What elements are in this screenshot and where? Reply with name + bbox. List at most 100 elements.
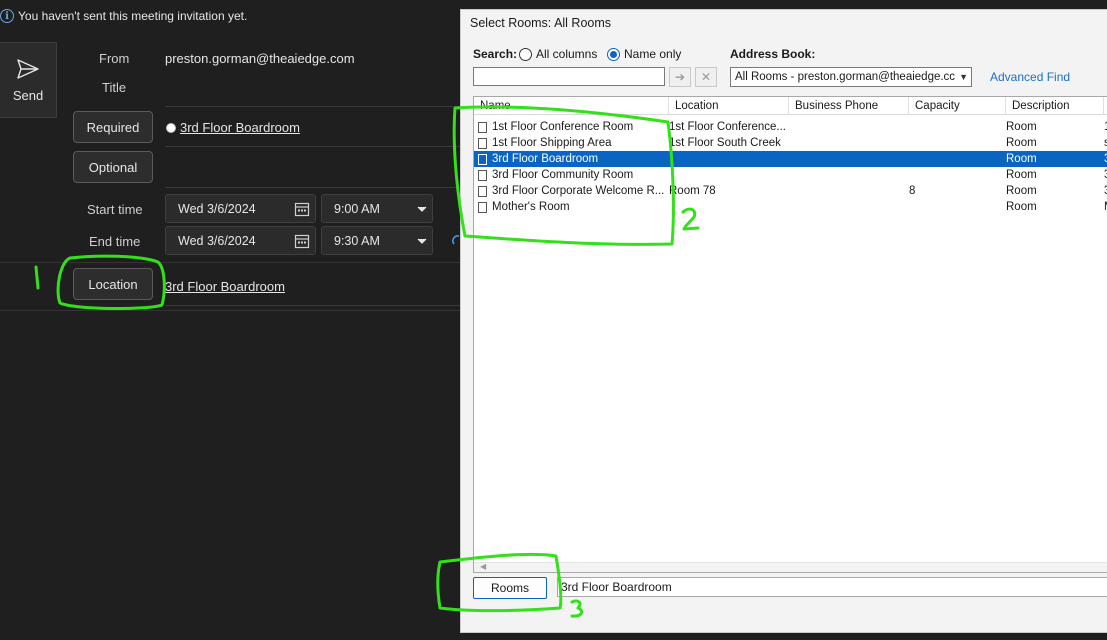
divider xyxy=(165,146,460,147)
location-button[interactable]: Location xyxy=(73,268,153,300)
from-label: From xyxy=(99,51,130,66)
rooms-field-value: 3rd Floor Boardroom xyxy=(561,580,672,594)
table-row[interactable]: 3rd Floor BoardroomRoom3 xyxy=(474,151,1107,167)
cell-description: Room xyxy=(1006,185,1037,197)
room-icon xyxy=(478,186,487,197)
search-input[interactable] xyxy=(473,67,665,86)
col-header-business-phone[interactable]: Business Phone xyxy=(789,97,909,115)
col-header-location[interactable]: Location xyxy=(669,97,789,115)
room-icon xyxy=(478,138,487,149)
divider xyxy=(165,187,460,188)
start-time-label: Start time xyxy=(87,202,143,217)
cell-location: Room 78 xyxy=(669,185,716,197)
end-time-value: 9:30 AM xyxy=(334,233,380,248)
title-input[interactable] xyxy=(165,72,460,102)
cell-description: Room xyxy=(1006,121,1037,133)
location-button-label: Location xyxy=(88,276,138,292)
optional-button-label: Optional xyxy=(88,159,138,175)
required-attendee[interactable]: 3rd Floor Boardroom xyxy=(166,120,300,135)
room-icon xyxy=(478,170,487,181)
table-row[interactable]: 3rd Floor Community RoomRoom3 xyxy=(474,167,1107,183)
go-button[interactable]: ➔ xyxy=(669,67,691,87)
info-bar: i You haven't sent this meeting invitati… xyxy=(0,6,247,26)
cell-name: Mother's Room xyxy=(492,201,570,213)
col-header-name[interactable]: Name xyxy=(474,97,669,115)
divider xyxy=(165,106,460,107)
attendee-status-icon xyxy=(166,122,176,133)
calendar-icon xyxy=(294,202,310,217)
cell-capacity: 8 xyxy=(909,185,916,197)
cell-description: Room xyxy=(1006,137,1037,149)
end-time-select[interactable]: 9:30 AM xyxy=(321,226,433,255)
send-button[interactable]: Send xyxy=(0,42,57,118)
optional-button[interactable]: Optional xyxy=(73,151,153,183)
info-icon: i xyxy=(0,9,14,23)
radio-circle-checked xyxy=(607,47,620,61)
address-book-select[interactable]: All Rooms - preston.gorman@theaiedge.cc … xyxy=(730,67,972,87)
from-value[interactable]: preston.gorman@theaiedge.com xyxy=(165,51,355,66)
required-attendee-name: 3rd Floor Boardroom xyxy=(180,120,300,135)
cell-location: 1st Floor Conference... xyxy=(669,121,786,133)
table-row[interactable]: Mother's RoomRoomM xyxy=(474,199,1107,215)
divider xyxy=(0,262,460,263)
start-time-select[interactable]: 9:00 AM xyxy=(321,194,433,223)
col-header-description[interactable]: Description xyxy=(1006,97,1104,115)
table-row[interactable]: 1st Floor Conference Room 1st Floor Confe… xyxy=(474,119,1107,135)
cell-description: Room xyxy=(1006,169,1037,181)
annotation-mark-1-stroke xyxy=(34,265,40,290)
required-button[interactable]: Required xyxy=(73,111,153,143)
end-date-picker[interactable]: Wed 3/6/2024 xyxy=(165,226,316,255)
cell-name: 3rd Floor Community Room xyxy=(492,169,634,181)
radio-name-only[interactable]: Name only xyxy=(607,47,681,61)
chevron-down-icon: ▼ xyxy=(957,72,968,82)
cell-name: 3rd Floor Boardroom xyxy=(492,153,599,165)
room-icon xyxy=(478,154,487,165)
table-row[interactable]: 3rd Floor Corporate Welcome R... Room 78 8… xyxy=(474,183,1107,199)
start-date-value: Wed 3/6/2024 xyxy=(178,201,256,216)
start-time-value: 9:00 AM xyxy=(334,201,380,216)
col-header-capacity[interactable]: Capacity xyxy=(909,97,1006,115)
radio-all-columns-label: All columns xyxy=(536,47,598,61)
recurrence-icon[interactable] xyxy=(452,234,460,246)
scroll-left-icon[interactable]: ◀ xyxy=(480,562,486,571)
info-bar-text: You haven't sent this meeting invitation… xyxy=(18,9,248,23)
cell-description: Room xyxy=(1006,201,1037,213)
rooms-field[interactable]: 3rd Floor Boardroom xyxy=(557,577,1107,597)
room-icon xyxy=(478,202,487,213)
advanced-find-link[interactable]: Advanced Find xyxy=(990,70,1070,84)
dialog-title: Select Rooms: All Rooms xyxy=(470,16,612,30)
chevron-down-icon xyxy=(417,238,427,244)
close-icon: ✕ xyxy=(700,70,712,84)
start-date-picker[interactable]: Wed 3/6/2024 xyxy=(165,194,316,223)
rooms-list[interactable]: Name Location Business Phone Capacity De… xyxy=(473,96,1107,573)
rooms-button[interactable]: Rooms xyxy=(473,577,547,599)
required-button-label: Required xyxy=(86,119,140,135)
radio-circle xyxy=(519,47,532,61)
table-row[interactable]: 1st Floor Shipping Area 1st Floor South C… xyxy=(474,135,1107,151)
cell-name: 1st Floor Conference Room xyxy=(492,121,634,133)
radio-name-only-label: Name only xyxy=(624,47,682,61)
select-rooms-dialog: Select Rooms: All Rooms Search: All colu… xyxy=(460,9,1107,633)
arrow-right-icon: ➔ xyxy=(674,70,686,84)
horizontal-scrollbar[interactable]: ◀ xyxy=(474,562,1107,572)
location-value[interactable]: 3rd Floor Boardroom xyxy=(165,279,285,294)
end-date-value: Wed 3/6/2024 xyxy=(178,233,256,248)
cell-location: 1st Floor South Creek xyxy=(669,137,781,149)
calendar-icon xyxy=(294,234,310,249)
send-icon xyxy=(17,58,39,79)
cell-name: 1st Floor Shipping Area xyxy=(492,137,612,149)
room-icon xyxy=(478,122,487,133)
rooms-button-label: Rooms xyxy=(490,581,529,595)
divider xyxy=(165,305,460,306)
clear-button[interactable]: ✕ xyxy=(695,67,717,87)
search-label: Search: xyxy=(473,47,518,61)
chevron-down-icon xyxy=(417,206,427,212)
title-label: Title xyxy=(102,80,127,95)
divider xyxy=(0,310,460,311)
list-header: Name Location Business Phone Capacity De… xyxy=(474,97,1107,115)
address-book-label: Address Book: xyxy=(730,47,816,61)
end-time-label: End time xyxy=(89,234,141,249)
radio-all-columns[interactable]: All columns xyxy=(519,47,597,61)
cell-description: Room xyxy=(1006,153,1037,165)
cell-name: 3rd Floor Corporate Welcome R... xyxy=(492,185,665,197)
